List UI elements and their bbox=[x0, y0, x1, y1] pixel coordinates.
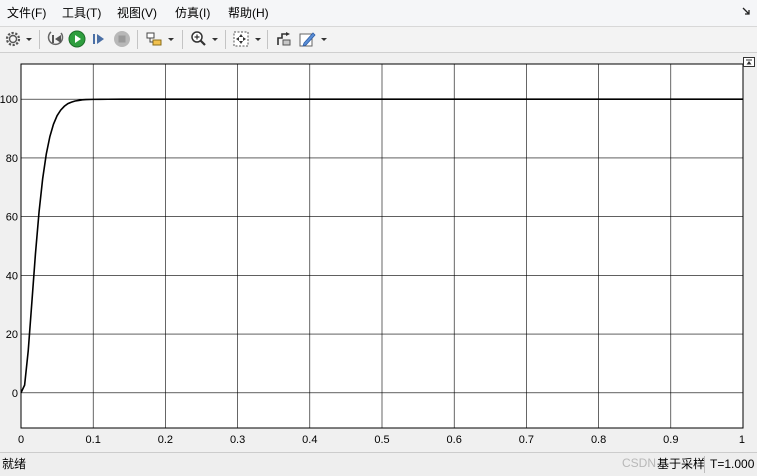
toolbar-divider bbox=[267, 30, 268, 49]
menu-help[interactable]: 帮助(H) bbox=[228, 4, 269, 22]
signal-select-icon[interactable] bbox=[274, 29, 294, 49]
y-tick-label: 0 bbox=[12, 388, 18, 400]
toolbar-divider bbox=[39, 30, 40, 49]
autoscale-icon[interactable] bbox=[231, 29, 251, 49]
simulation-time: T=1.000 bbox=[710, 457, 755, 471]
menu-tools[interactable]: 工具(T) bbox=[62, 4, 101, 22]
y-tick-labels: 0 20 40 60 80 100 bbox=[0, 94, 18, 400]
toolbar bbox=[0, 27, 757, 53]
y-tick-label: 80 bbox=[6, 153, 18, 165]
step-back-icon[interactable] bbox=[46, 29, 66, 49]
x-tick-label: 0 bbox=[18, 434, 24, 446]
x-tick-label: 0.5 bbox=[374, 434, 389, 446]
status-divider bbox=[704, 456, 705, 473]
run-icon[interactable] bbox=[67, 29, 87, 49]
style-dropdown-icon[interactable] bbox=[320, 33, 328, 45]
zoom-icon[interactable] bbox=[189, 29, 209, 49]
scope-chart[interactable]: 0 0.1 0.2 0.3 0.4 0.5 0.6 0.7 0.8 0.9 1 0 20 40 60 80 1… bbox=[0, 53, 757, 452]
scope-plot-area: 0 0.1 0.2 0.3 0.4 0.5 0.6 0.7 0.8 0.9 1 0 20 40 60 80 1… bbox=[0, 53, 757, 452]
x-tick-label: 1 bbox=[739, 434, 745, 446]
x-tick-label: 0.4 bbox=[302, 434, 317, 446]
menu-file[interactable]: 文件(F) bbox=[7, 4, 46, 22]
x-tick-label: 0.3 bbox=[230, 434, 245, 446]
x-tick-labels: 0 0.1 0.2 0.3 0.4 0.5 0.6 0.7 0.8 0.9 1 bbox=[18, 434, 745, 446]
toolbar-divider bbox=[137, 30, 138, 49]
highlight-dropdown-icon[interactable] bbox=[167, 33, 175, 45]
x-tick-label: 0.2 bbox=[158, 434, 173, 446]
y-tick-label: 40 bbox=[6, 270, 18, 282]
y-tick-label: 20 bbox=[6, 329, 18, 341]
x-tick-label: 0.7 bbox=[519, 434, 534, 446]
y-tick-label: 100 bbox=[0, 94, 18, 106]
menu-view[interactable]: 视图(V) bbox=[117, 4, 157, 22]
settings-dropdown-icon[interactable] bbox=[25, 33, 33, 45]
style-icon[interactable] bbox=[297, 29, 317, 49]
status-ready-text: 就绪 bbox=[2, 457, 27, 471]
x-tick-label: 0.9 bbox=[663, 434, 678, 446]
undock-arrow-icon[interactable] bbox=[741, 6, 751, 16]
settings-icon[interactable] bbox=[3, 29, 23, 49]
x-tick-label: 0.1 bbox=[86, 434, 101, 446]
menu-simulation[interactable]: 仿真(I) bbox=[175, 4, 210, 22]
highlight-block-icon[interactable] bbox=[144, 29, 164, 49]
x-tick-label: 0.8 bbox=[591, 434, 606, 446]
autoscale-dropdown-icon[interactable] bbox=[254, 33, 262, 45]
y-tick-label: 60 bbox=[6, 212, 18, 224]
menu-bar: 文件(F) 工具(T) 视图(V) 仿真(I) 帮助(H) bbox=[0, 0, 757, 27]
toolbar-divider bbox=[225, 30, 226, 49]
stop-icon[interactable] bbox=[112, 29, 132, 49]
sample-mode-text: 基于采样 bbox=[657, 457, 706, 471]
watermark: CSDN bbox=[622, 456, 657, 470]
zoom-dropdown-icon[interactable] bbox=[211, 33, 219, 45]
x-tick-label: 0.6 bbox=[447, 434, 462, 446]
toolbar-divider bbox=[182, 30, 183, 49]
restore-layout-icon[interactable] bbox=[743, 56, 755, 67]
step-forward-icon[interactable] bbox=[89, 29, 109, 49]
